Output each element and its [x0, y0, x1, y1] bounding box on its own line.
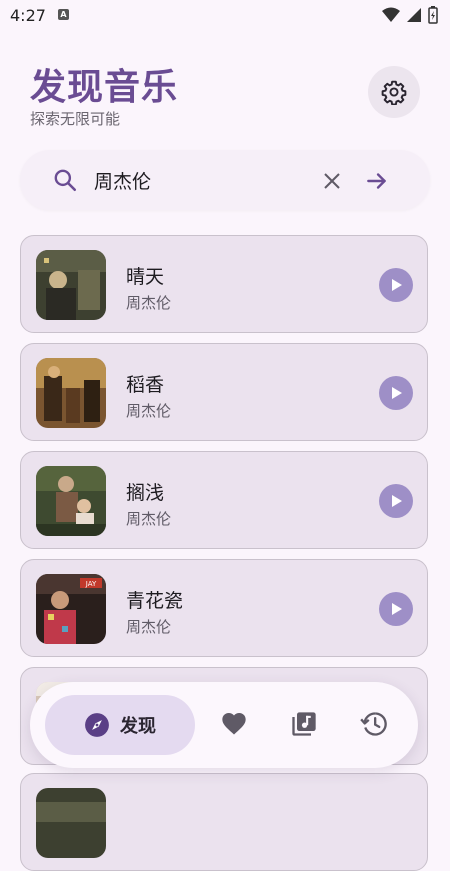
song-card[interactable] [20, 773, 428, 871]
song-title: 晴天 [126, 266, 165, 288]
arrow-right-icon[interactable] [364, 168, 390, 194]
album-art [36, 788, 106, 858]
song-card[interactable]: JAY 青花瓷 周杰伦 [20, 559, 428, 657]
status-time: 4:27 [10, 6, 46, 25]
song-title: 稻香 [126, 374, 165, 396]
search-icon[interactable] [52, 167, 78, 193]
search-bar [20, 150, 430, 210]
play-icon [392, 603, 402, 615]
settings-button[interactable] [368, 66, 420, 118]
page-title: 发现音乐 [30, 67, 179, 108]
heart-icon[interactable] [220, 710, 248, 738]
play-icon [392, 279, 402, 291]
album-badge: JAY [85, 580, 97, 588]
compass-icon [85, 713, 109, 737]
play-button[interactable] [379, 268, 413, 302]
song-artist: 周杰伦 [126, 510, 172, 528]
play-button[interactable] [379, 592, 413, 626]
song-artist: 周杰伦 [126, 402, 172, 420]
nav-discover-label: 发现 [120, 716, 156, 737]
battery-icon [428, 6, 438, 24]
album-art: JAY [36, 574, 106, 644]
song-title: 青花瓷 [126, 590, 184, 612]
album-art [36, 250, 106, 320]
app-notification-icon: A [58, 9, 69, 20]
song-card[interactable]: 晴天 周杰伦 [20, 235, 428, 333]
play-icon [392, 495, 402, 507]
bottom-navigation: 发现 [30, 682, 418, 768]
song-artist: 周杰伦 [126, 618, 172, 636]
status-icons [382, 6, 438, 24]
play-button[interactable] [379, 484, 413, 518]
signal-icon [407, 8, 421, 22]
wifi-icon [382, 7, 400, 22]
album-art [36, 358, 106, 428]
status-bar: 4:27 A [0, 0, 450, 32]
album-art [36, 466, 106, 536]
history-icon[interactable] [360, 710, 388, 738]
play-icon [392, 387, 402, 399]
clear-icon[interactable] [320, 169, 344, 193]
music-library-icon[interactable] [290, 710, 318, 738]
page-subtitle: 探索无限可能 [30, 110, 121, 128]
song-title: 搁浅 [126, 482, 165, 504]
song-card[interactable]: 搁浅 周杰伦 [20, 451, 428, 549]
song-artist: 周杰伦 [126, 294, 172, 312]
play-button[interactable] [379, 376, 413, 410]
song-card[interactable]: 稻香 周杰伦 [20, 343, 428, 441]
gear-icon [381, 80, 407, 105]
search-input[interactable] [94, 166, 314, 194]
nav-discover[interactable]: 发现 [45, 695, 195, 755]
